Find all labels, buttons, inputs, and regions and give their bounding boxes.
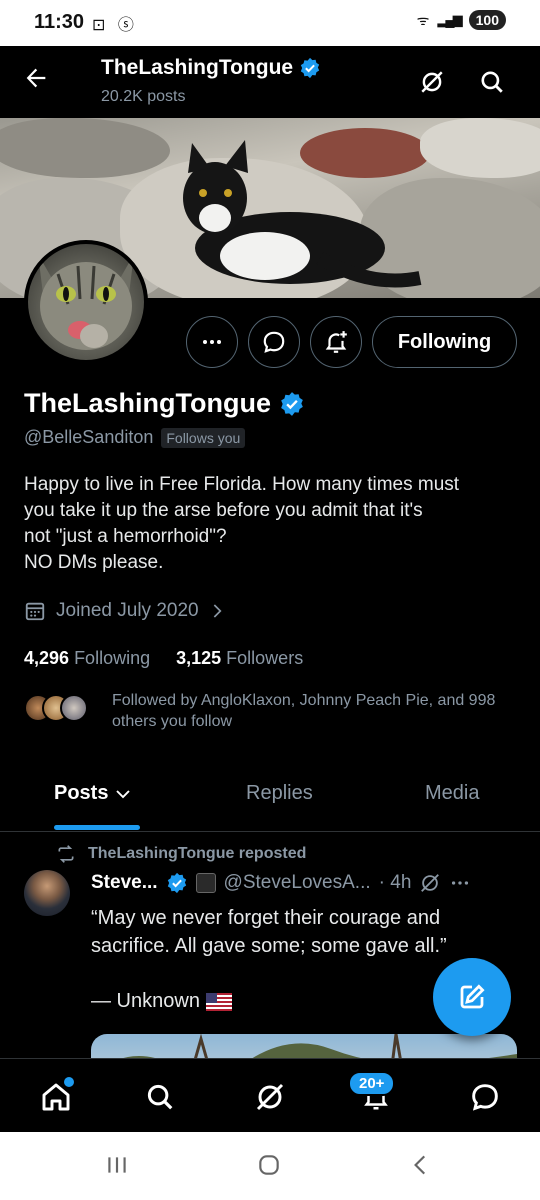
- follow-counts: 4,296 Following 3,125 Followers: [24, 648, 303, 669]
- calendar-icon: [25, 602, 45, 621]
- bio-line: NO DMs please.: [24, 552, 164, 573]
- tab-posts[interactable]: Posts: [54, 782, 132, 805]
- joined-date: Joined July 2020: [56, 600, 199, 621]
- post-text: “May we never forget their courage and s…: [91, 907, 447, 957]
- grok-icon: [256, 1083, 284, 1111]
- tab-replies[interactable]: Replies: [246, 782, 313, 805]
- profile-avatar[interactable]: [24, 240, 148, 364]
- tab-media[interactable]: Media: [425, 782, 479, 805]
- follows-you-badge: Follows you: [161, 427, 246, 448]
- repost-label: TheLashingTongue reposted: [88, 845, 307, 862]
- post-time: · 4h: [378, 872, 412, 893]
- status-bar: 11:30 ⊡ ⓢ ᯤ ▂▄▆ 100: [0, 0, 540, 46]
- bio-line: Happy to live in Free Florida. How many …: [24, 474, 460, 495]
- search-icon[interactable]: [476, 66, 508, 98]
- avatar: [60, 694, 88, 722]
- message-bubble-icon: [472, 1084, 498, 1111]
- back-arrow-icon[interactable]: [22, 64, 50, 100]
- verified-badge-icon: [281, 391, 303, 416]
- mutual-followers-avatars: [24, 694, 92, 726]
- bottom-navigation: 20+: [0, 1058, 540, 1132]
- bio-line: not "just a hemorrhoid"?: [24, 526, 227, 547]
- signal-icon: ▂▄▆: [437, 12, 462, 27]
- following-label: Following: [74, 648, 151, 668]
- more-options-button[interactable]: [186, 316, 238, 368]
- chevron-down-icon: [116, 789, 131, 798]
- bell-plus-icon: [325, 331, 347, 353]
- post-author-name[interactable]: Steve...: [91, 872, 158, 894]
- recent-apps-icon[interactable]: [104, 1152, 130, 1185]
- repost-icon: [58, 845, 74, 863]
- nav-home[interactable]: [36, 1077, 76, 1117]
- followers-count-link[interactable]: 3,125 Followers: [176, 648, 303, 669]
- affiliation-badge-icon: [195, 873, 216, 893]
- back-button-icon[interactable]: [408, 1152, 434, 1185]
- compose-post-button[interactable]: [433, 958, 511, 1036]
- post-attribution: — Unknown: [91, 990, 232, 1013]
- search-icon: [147, 1084, 173, 1110]
- battery-indicator: 100: [468, 10, 506, 30]
- profile-name-text: TheLashingTongue: [24, 388, 271, 418]
- notification-icons: ⊡ ⓢ: [92, 17, 138, 34]
- tab-posts-label: Posts: [54, 782, 109, 804]
- active-tab-indicator: [54, 825, 140, 830]
- following-count: 4,296: [24, 648, 70, 668]
- followed-by-text: Followed by AngloKlaxon, Johnny Peach Pi…: [112, 692, 496, 730]
- joined-date-row[interactable]: Joined July 2020: [24, 600, 225, 622]
- following-button[interactable]: Following: [372, 316, 517, 368]
- profile-bio: Happy to live in Free Florida. How many …: [24, 472, 524, 576]
- verified-badge-icon: [300, 57, 320, 79]
- header-post-count: 20.2K posts: [101, 88, 186, 105]
- grok-icon[interactable]: [419, 872, 441, 894]
- post-header: Steve... @SteveLovesA... · 4h: [91, 872, 521, 894]
- grok-icon[interactable]: [416, 66, 448, 98]
- followers-count: 3,125: [176, 648, 222, 668]
- home-button-icon[interactable]: [256, 1152, 282, 1185]
- post-author-avatar[interactable]: [24, 870, 70, 916]
- profile-header-bar: TheLashingTongue 20.2K posts: [0, 46, 540, 118]
- post-attribution-text: — Unknown: [91, 990, 200, 1012]
- profile-tabs: Posts Replies Media: [0, 770, 540, 832]
- verified-badge-icon: [167, 872, 186, 894]
- subscribe-notifications-button[interactable]: [310, 316, 362, 368]
- handle-row: @BelleSanditon Follows you: [24, 427, 246, 448]
- header-title-text: TheLashingTongue: [101, 56, 294, 79]
- tabby-cat-avatar-image: [38, 254, 134, 350]
- profile-handle: @BelleSanditon: [24, 427, 154, 447]
- followers-label: Followers: [226, 648, 304, 668]
- cat-photo: [183, 140, 422, 288]
- more-dots-icon: [203, 340, 221, 344]
- us-flag-icon: [205, 992, 232, 1011]
- system-navigation-bar: [0, 1132, 540, 1200]
- nav-messages[interactable]: [465, 1077, 505, 1117]
- unread-dot: [64, 1077, 74, 1087]
- nav-grok[interactable]: [250, 1077, 290, 1117]
- post-author-handle: @SteveLovesA...: [223, 872, 371, 893]
- bio-line: you take it up the arse before you admit…: [24, 500, 423, 521]
- nav-search[interactable]: [140, 1077, 180, 1117]
- wifi-icon: ᯤ: [416, 11, 430, 28]
- chevron-right-icon: [213, 604, 222, 618]
- following-count-link[interactable]: 4,296 Following: [24, 648, 150, 669]
- profile-name: TheLashingTongue: [24, 388, 305, 419]
- header-title: TheLashingTongue: [101, 56, 321, 80]
- notifications-count-badge: 20+: [348, 1071, 396, 1096]
- chat-bubble-icon: [263, 331, 285, 353]
- status-time: 11:30: [34, 11, 85, 33]
- more-dots-icon[interactable]: [449, 872, 471, 894]
- followed-by-row[interactable]: Followed by AngloKlaxon, Johnny Peach Pi…: [24, 690, 532, 732]
- grok-chat-button[interactable]: [248, 316, 300, 368]
- compose-pencil-icon: [460, 984, 485, 1009]
- repost-indicator: TheLashingTongue reposted: [56, 844, 306, 864]
